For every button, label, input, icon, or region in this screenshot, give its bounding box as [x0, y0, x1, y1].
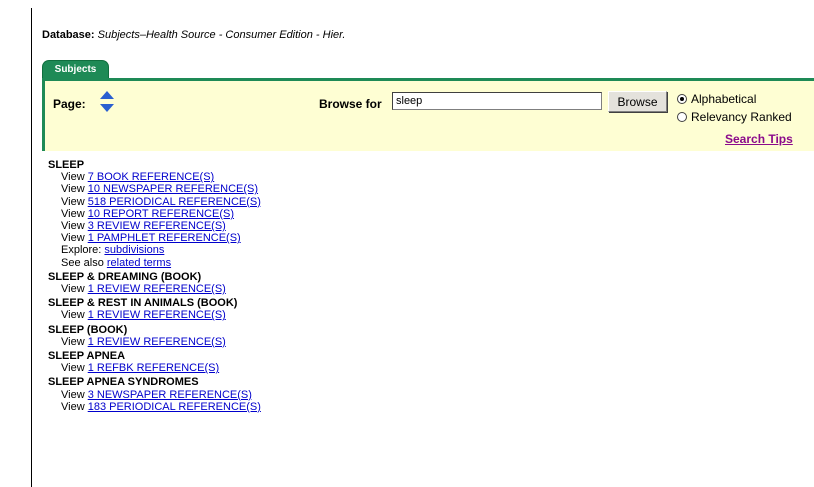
radio-checked-icon[interactable]	[677, 94, 687, 104]
subject-heading: SLEEP	[48, 159, 85, 171]
see-also-line: See also related terms	[48, 257, 261, 269]
reference-line: View 1 REVIEW REFERENCE(S)	[48, 309, 261, 321]
list-item: SLEEP (BOOK) View 1 REVIEW REFERENCE(S)	[48, 324, 261, 348]
reference-line: View 1 REVIEW REFERENCE(S)	[48, 336, 261, 348]
subject-heading: SLEEP (BOOK)	[48, 323, 128, 336]
explore-line: Explore: subdivisions	[48, 244, 261, 256]
page-label: Page:	[53, 97, 86, 111]
reference-link[interactable]: 183 PERIODICAL REFERENCE(S)	[88, 401, 261, 413]
reference-prefix: View	[61, 171, 88, 184]
reference-line: View 10 NEWSPAPER REFERENCE(S)	[48, 183, 261, 195]
reference-prefix: View	[61, 362, 88, 375]
up-down-arrows-icon[interactable]	[99, 90, 115, 114]
reference-prefix: View	[61, 400, 88, 413]
reference-line: View 7 BOOK REFERENCE(S)	[48, 171, 261, 183]
reference-link[interactable]: 7 BOOK REFERENCE(S)	[88, 171, 215, 183]
reference-prefix: View	[61, 195, 88, 208]
reference-prefix: View	[61, 388, 88, 401]
tab-subjects[interactable]: Subjects	[42, 60, 109, 78]
browse-panel: Page: Browse for Browse Alphabetical Rel…	[42, 78, 814, 151]
reference-line: View 1 REFBK REFERENCE(S)	[48, 362, 261, 374]
reference-link[interactable]: 3 NEWSPAPER REFERENCE(S)	[88, 389, 252, 401]
left-divider	[31, 8, 32, 487]
reference-link[interactable]: 1 REFBK REFERENCE(S)	[88, 362, 219, 374]
reference-link[interactable]: 1 PAMPHLET REFERENCE(S)	[88, 232, 241, 244]
list-item: SLEEP APNEA View 1 REFBK REFERENCE(S)	[48, 350, 261, 374]
reference-line: View 1 REVIEW REFERENCE(S)	[48, 283, 261, 295]
results-list: SLEEP View 7 BOOK REFERENCE(S) View 10 N…	[48, 159, 261, 415]
radio-relevancy-label: Relevancy Ranked	[691, 110, 792, 124]
reference-line: View 3 NEWSPAPER REFERENCE(S)	[48, 389, 261, 401]
search-tips-link[interactable]: Search Tips	[725, 132, 793, 146]
subdivisions-link[interactable]: subdivisions	[104, 244, 164, 256]
explore-prefix: Explore:	[61, 244, 105, 257]
list-item: SLEEP View 7 BOOK REFERENCE(S) View 10 N…	[48, 159, 261, 269]
database-line: Database: Subjects–Health Source - Consu…	[42, 29, 345, 41]
reference-link[interactable]: 518 PERIODICAL REFERENCE(S)	[88, 196, 261, 208]
database-name: Subjects–Health Source - Consumer Editio…	[97, 29, 346, 41]
reference-link[interactable]: 10 REPORT REFERENCE(S)	[88, 208, 234, 220]
database-label: Database:	[42, 29, 95, 41]
page-down-arrow-icon[interactable]	[100, 104, 114, 112]
browse-input[interactable]	[392, 92, 602, 110]
reference-prefix: View	[61, 207, 88, 220]
list-item: SLEEP APNEA SYNDROMES View 3 NEWSPAPER R…	[48, 376, 261, 413]
reference-line: View 10 REPORT REFERENCE(S)	[48, 208, 261, 220]
page-up-arrow-icon[interactable]	[100, 91, 114, 99]
reference-line: View 183 PERIODICAL REFERENCE(S)	[48, 401, 261, 413]
reference-link[interactable]: 1 REVIEW REFERENCE(S)	[88, 336, 226, 348]
subject-heading: SLEEP & DREAMING (BOOK)	[48, 270, 202, 283]
reference-prefix: View	[61, 183, 88, 196]
reference-link[interactable]: 10 NEWSPAPER REFERENCE(S)	[88, 183, 258, 195]
radio-alphabetical-label: Alphabetical	[691, 92, 757, 106]
see-also-prefix: See also	[61, 256, 107, 269]
subject-heading: SLEEP & REST IN ANIMALS (BOOK)	[48, 297, 238, 310]
reference-line: View 518 PERIODICAL REFERENCE(S)	[48, 196, 261, 208]
reference-prefix: View	[61, 283, 88, 296]
reference-line: View 3 REVIEW REFERENCE(S)	[48, 220, 261, 232]
radio-relevancy-ranked[interactable]: Relevancy Ranked	[677, 110, 792, 124]
reference-link[interactable]: 1 REVIEW REFERENCE(S)	[88, 283, 226, 295]
reference-link[interactable]: 3 REVIEW REFERENCE(S)	[88, 220, 226, 232]
list-item: SLEEP & REST IN ANIMALS (BOOK) View 1 RE…	[48, 297, 261, 321]
related-terms-link[interactable]: related terms	[107, 257, 171, 269]
radio-alphabetical[interactable]: Alphabetical	[677, 92, 756, 106]
browse-for-label: Browse for	[319, 97, 382, 111]
list-item: SLEEP & DREAMING (BOOK) View 1 REVIEW RE…	[48, 271, 261, 295]
reference-prefix: View	[61, 335, 88, 348]
subject-heading: SLEEP APNEA	[48, 350, 126, 363]
page-frame: Database: Subjects–Health Source - Consu…	[0, 0, 814, 487]
subject-heading: SLEEP APNEA SYNDROMES	[48, 376, 199, 389]
reference-prefix: View	[61, 309, 88, 322]
reference-prefix: View	[61, 220, 88, 233]
radio-unchecked-icon[interactable]	[677, 112, 687, 122]
browse-button[interactable]: Browse	[608, 91, 667, 112]
reference-link[interactable]: 1 REVIEW REFERENCE(S)	[88, 309, 226, 321]
reference-prefix: View	[61, 232, 88, 245]
reference-line: View 1 PAMPHLET REFERENCE(S)	[48, 232, 261, 244]
